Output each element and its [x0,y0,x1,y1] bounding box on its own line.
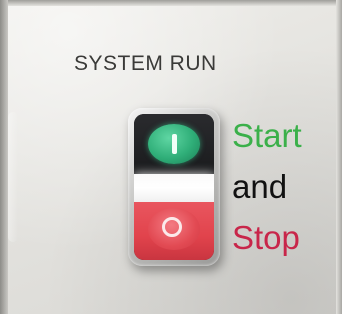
control-panel: SYSTEM RUN Start and Stop [0,0,342,314]
panel-frame-right [336,0,342,314]
indicator-light-band [134,174,214,202]
panel-frame-left [0,0,8,314]
stop-button[interactable] [148,208,200,250]
caption-stop: Stop [232,219,300,256]
start-button-zone[interactable] [134,114,214,174]
start-button[interactable] [148,124,200,164]
push-button-body [134,114,214,260]
housing-glare [8,112,18,242]
caption-and: and [232,168,288,205]
stop-button-zone[interactable] [134,202,214,260]
push-button-housing [128,108,220,266]
stop-circle-icon [162,217,182,237]
caption-start: Start [232,117,302,154]
panel-frame-top [0,0,342,6]
system-run-label: SYSTEM RUN [74,52,217,75]
start-line-icon [172,134,177,154]
